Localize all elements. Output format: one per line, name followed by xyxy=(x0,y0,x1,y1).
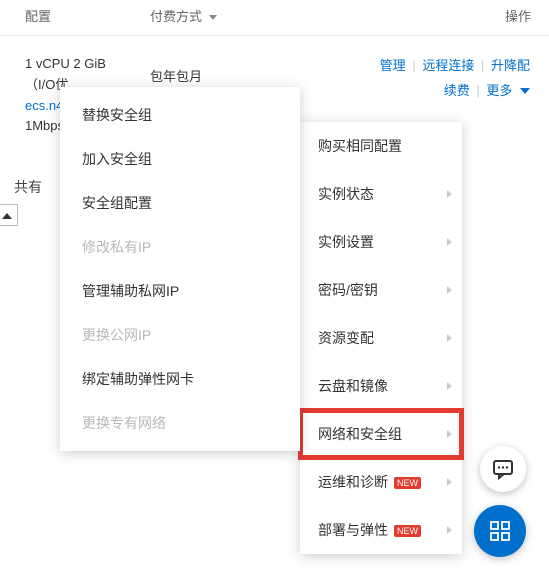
renew-link[interactable]: 续费 xyxy=(444,83,470,98)
menu-item[interactable]: 实例状态 xyxy=(300,170,462,218)
submenu-item[interactable]: 加入安全组 xyxy=(60,137,300,181)
submenu-item[interactable]: 管理辅助私网IP xyxy=(60,269,300,313)
manage-link[interactable]: 管理 xyxy=(380,58,406,73)
stepper-up-button[interactable] xyxy=(0,204,18,226)
apps-grid-icon xyxy=(488,519,512,543)
menu-item[interactable]: 运维和诊断NEW xyxy=(300,458,462,506)
chevron-down-icon xyxy=(209,15,217,20)
submenu-item: 修改私有IP xyxy=(60,225,300,269)
menu-item[interactable]: 资源变配 xyxy=(300,314,462,362)
submenu-item[interactable]: 替换安全组 xyxy=(60,93,300,137)
apps-button[interactable] xyxy=(474,505,526,557)
more-link[interactable]: 更多 xyxy=(486,83,530,98)
table-header: 配置 付费方式 操作 xyxy=(0,0,549,36)
submenu-item: 更换专有网络 xyxy=(60,401,300,445)
header-config: 配置 xyxy=(0,6,150,25)
menu-item[interactable]: 密码/密钥 xyxy=(300,266,462,314)
menu-item[interactable]: 购买相同配置 xyxy=(300,122,462,170)
menu-item[interactable]: 部署与弹性NEW xyxy=(300,506,462,554)
new-badge: NEW xyxy=(394,525,421,537)
menu-item[interactable]: 云盘和镜像 xyxy=(300,362,462,410)
submenu-item[interactable]: 安全组配置 xyxy=(60,181,300,225)
submenu-item[interactable]: 绑定辅助弹性网卡 xyxy=(60,357,300,401)
menu-item[interactable]: 实例设置 xyxy=(300,218,462,266)
header-ops: 操作 xyxy=(290,6,549,25)
submenu-item: 更换公网IP xyxy=(60,313,300,357)
header-payment[interactable]: 付费方式 xyxy=(150,6,290,25)
more-actions-menu: 购买相同配置实例状态实例设置密码/密钥资源变配云盘和镜像网络和安全组运维和诊断N… xyxy=(300,122,462,554)
menu-item[interactable]: 网络和安全组 xyxy=(300,410,462,458)
chat-icon xyxy=(491,457,515,481)
instance-spec: 1 vCPU 2 GiB xyxy=(25,54,150,75)
new-badge: NEW xyxy=(394,477,421,489)
network-security-submenu: 替换安全组加入安全组安全组配置修改私有IP管理辅助私网IP更换公网IP绑定辅助弹… xyxy=(60,87,300,451)
chat-button[interactable] xyxy=(480,446,526,492)
scale-link[interactable]: 升降配 xyxy=(491,58,530,73)
remote-connect-link[interactable]: 远程连接 xyxy=(422,58,474,73)
chevron-down-icon xyxy=(520,88,530,94)
